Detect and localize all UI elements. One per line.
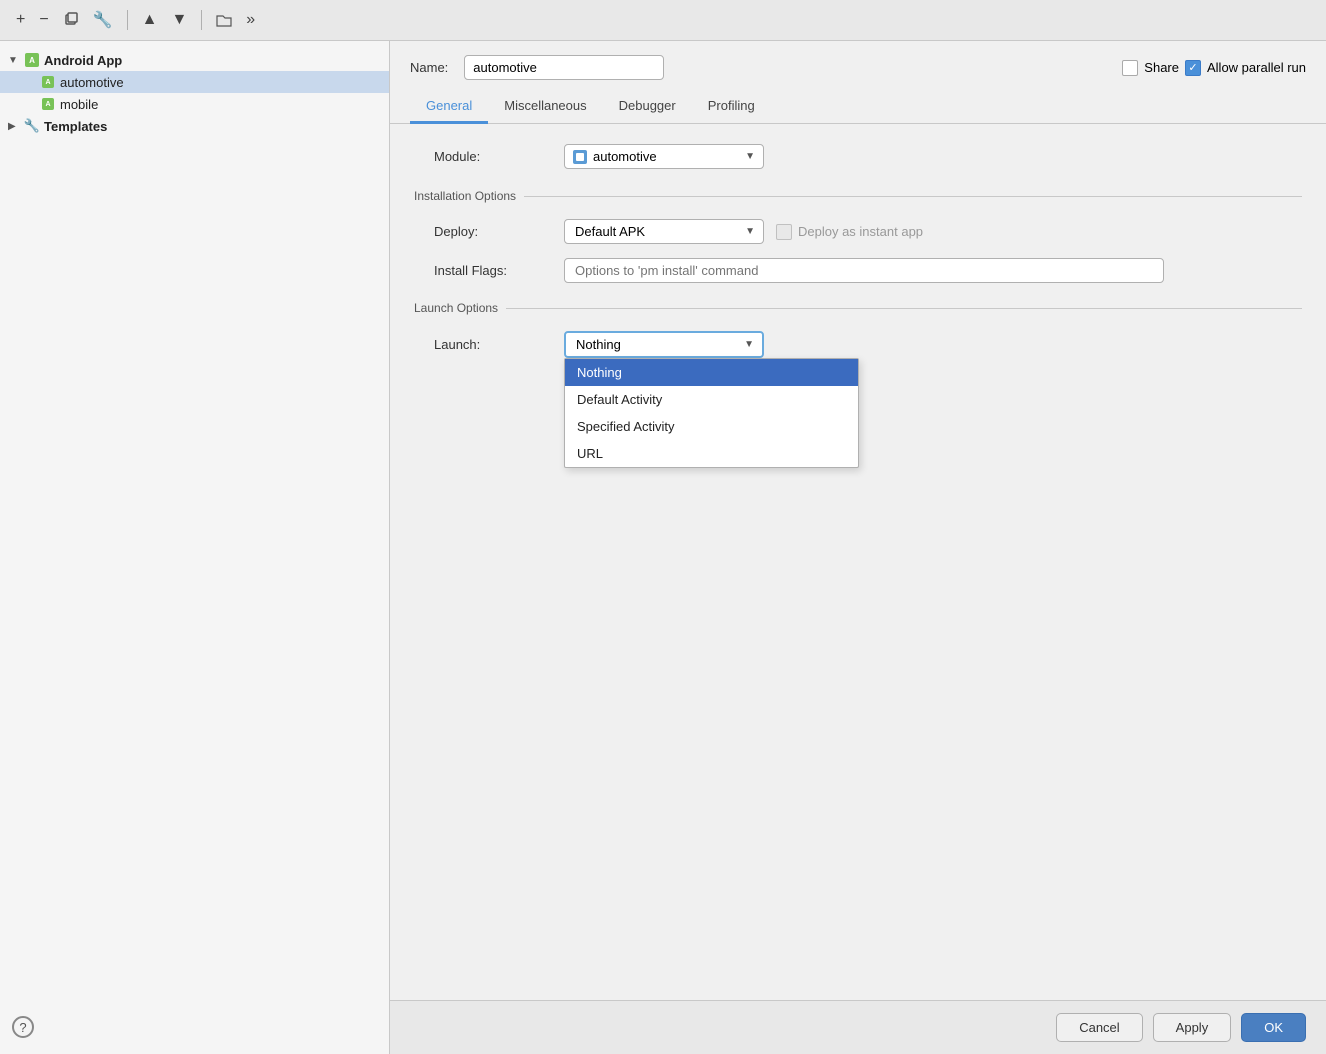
sidebar-bottom: ?	[0, 1008, 389, 1046]
sidebar-label-automotive: automotive	[60, 75, 124, 90]
sidebar-label-mobile: mobile	[60, 97, 98, 112]
sidebar-item-automotive[interactable]: A automotive	[0, 71, 389, 93]
launch-container: Nothing ▼ Nothing Default Activity Speci…	[564, 331, 764, 358]
deploy-value: Default APK	[575, 224, 645, 239]
launch-select[interactable]: Nothing ▼	[564, 331, 764, 358]
launch-option-nothing[interactable]: Nothing	[565, 359, 858, 386]
toolbar-separator-2	[201, 10, 202, 30]
share-checkbox[interactable]	[1122, 60, 1138, 76]
tab-debugger[interactable]: Debugger	[603, 90, 692, 124]
install-flags-row: Install Flags:	[414, 258, 1302, 283]
installation-section-label: Installation Options	[414, 189, 1302, 203]
launch-section-label: Launch Options	[414, 301, 1302, 315]
wrench-button[interactable]: 🔧	[89, 8, 117, 32]
automotive-android-icon: A	[40, 74, 56, 90]
tab-general[interactable]: General	[410, 90, 488, 124]
expand-arrow: ▼	[8, 55, 20, 66]
cancel-button[interactable]: Cancel	[1056, 1013, 1142, 1042]
content-area: Module: automotive ▼ Installation Option…	[390, 124, 1326, 1000]
sidebar-item-templates[interactable]: ▶ 🔧 Templates	[0, 115, 389, 137]
instant-app-label: Deploy as instant app	[798, 224, 923, 239]
instant-app-checkbox	[776, 224, 792, 240]
launch-label: Launch:	[434, 337, 564, 352]
deploy-row: Deploy: Default APK ▼ Deploy as instant …	[414, 219, 1302, 244]
move-up-button[interactable]: ▲	[138, 9, 162, 31]
sidebar: ▼ A Android App A automotive A mobile ▶	[0, 41, 390, 1054]
deploy-select[interactable]: Default APK ▼	[564, 219, 764, 244]
deploy-controls: Default APK ▼ Deploy as instant app	[564, 219, 923, 244]
sidebar-label-templates: Templates	[44, 119, 107, 134]
allow-parallel-checkbox[interactable]: ✓	[1185, 60, 1201, 76]
launch-dropdown-popup: Nothing Default Activity Specified Activ…	[564, 358, 859, 468]
apply-button[interactable]: Apply	[1153, 1013, 1232, 1042]
deploy-label: Deploy:	[434, 224, 564, 239]
templates-arrow: ▶	[8, 121, 20, 132]
name-label: Name:	[410, 60, 448, 75]
tab-miscellaneous[interactable]: Miscellaneous	[488, 90, 602, 124]
module-select[interactable]: automotive ▼	[564, 144, 764, 169]
right-panel: Name: Share ✓ Allow parallel run General…	[390, 41, 1326, 1054]
move-down-button[interactable]: ▼	[167, 9, 191, 31]
more-button[interactable]: »	[242, 9, 259, 31]
tabs: General Miscellaneous Debugger Profiling	[390, 90, 1326, 124]
allow-parallel-label: Allow parallel run	[1207, 60, 1306, 75]
name-row: Name: Share ✓ Allow parallel run	[390, 41, 1326, 90]
mobile-android-icon: A	[40, 96, 56, 112]
toolbar: + − 🔧 ▲ ▼ »	[0, 0, 1326, 41]
bottom-bar: Cancel Apply OK	[390, 1000, 1326, 1054]
install-flags-label: Install Flags:	[434, 263, 564, 278]
folder-button[interactable]	[212, 11, 236, 29]
sidebar-label-android-app: Android App	[44, 53, 122, 68]
launch-option-url[interactable]: URL	[565, 440, 858, 467]
launch-row: Launch: Nothing ▼ Nothing Default Activi…	[414, 331, 1302, 358]
deploy-arrow: ▼	[745, 226, 755, 237]
ok-button[interactable]: OK	[1241, 1013, 1306, 1042]
copy-button[interactable]	[59, 10, 83, 30]
launch-value: Nothing	[576, 337, 621, 352]
templates-wrench-icon: 🔧	[24, 118, 40, 134]
name-input[interactable]	[464, 55, 664, 80]
sidebar-item-mobile[interactable]: A mobile	[0, 93, 389, 115]
sidebar-item-android-app[interactable]: ▼ A Android App	[0, 49, 389, 71]
module-icon	[573, 150, 587, 164]
install-flags-input[interactable]	[564, 258, 1164, 283]
remove-button[interactable]: −	[35, 9, 52, 31]
module-label: Module:	[434, 149, 564, 164]
instant-app-area: Deploy as instant app	[776, 224, 923, 240]
module-value: automotive	[593, 149, 657, 164]
launch-option-specified-activity[interactable]: Specified Activity	[565, 413, 858, 440]
tab-profiling[interactable]: Profiling	[692, 90, 771, 124]
share-area: Share ✓ Allow parallel run	[1122, 60, 1306, 76]
toolbar-separator	[127, 10, 128, 30]
module-arrow: ▼	[745, 151, 755, 162]
launch-option-default-activity[interactable]: Default Activity	[565, 386, 858, 413]
add-button[interactable]: +	[12, 9, 29, 31]
android-app-icon: A	[24, 52, 40, 68]
help-button[interactable]: ?	[12, 1016, 34, 1038]
main-content: ▼ A Android App A automotive A mobile ▶	[0, 41, 1326, 1054]
launch-arrow: ▼	[744, 339, 754, 350]
share-label: Share	[1144, 60, 1179, 75]
module-row: Module: automotive ▼	[414, 144, 1302, 169]
